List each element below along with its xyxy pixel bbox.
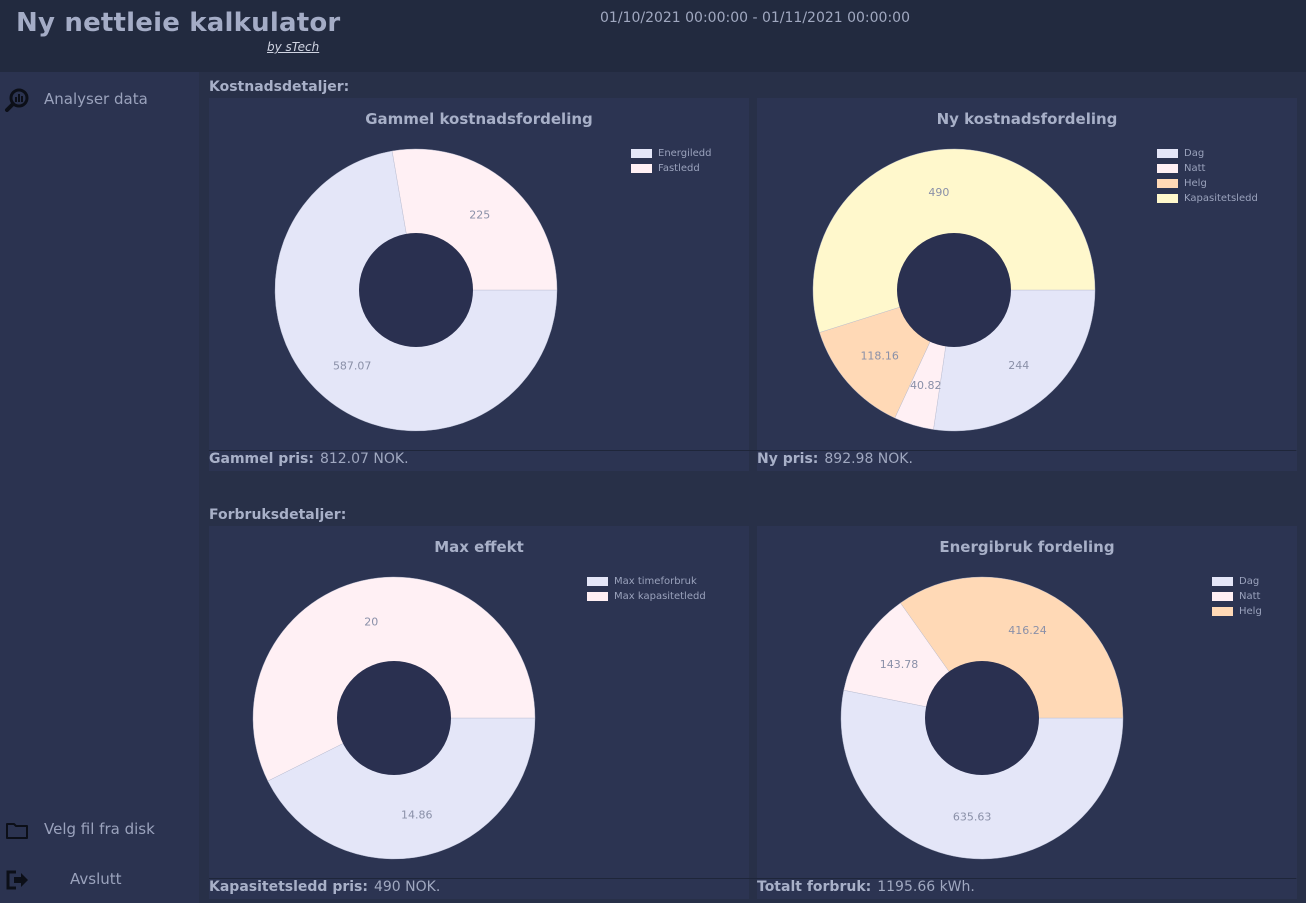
legend-entry[interactable]: Dag bbox=[1157, 146, 1258, 161]
exit-icon bbox=[4, 868, 30, 892]
summary-value: 1195.66 kWh. bbox=[877, 879, 975, 895]
legend-label: Helg bbox=[1184, 178, 1207, 189]
summary-value: 812.07 NOK. bbox=[319, 451, 409, 467]
usage-summary-row: Kapasitetsledd pris: 490 NOK. Totalt forb… bbox=[209, 878, 1297, 899]
cost-summary-row: Gammel pris: 812.07 NOK. Ny pris: 892.98 N… bbox=[209, 450, 1297, 471]
new-price-summary: Ny pris: 892.98 NOK. bbox=[757, 451, 1297, 471]
summary-label: Totalt forbruk: bbox=[757, 879, 872, 895]
legend-label: Energiledd bbox=[658, 148, 712, 159]
legend-swatch bbox=[1212, 577, 1233, 586]
slice-data-label: 14.86 bbox=[401, 808, 433, 821]
legend-label: Natt bbox=[1184, 163, 1206, 174]
sidebar-item-label: Avslutt bbox=[70, 870, 122, 888]
legend-label: Kapasitetsledd bbox=[1184, 193, 1258, 204]
total-usage-summary: Totalt forbruk: 1195.66 kWh. bbox=[757, 879, 1297, 899]
slice-data-label: 118.16 bbox=[860, 349, 899, 362]
sidebar-item-analyser-data[interactable]: Analyser data bbox=[0, 84, 199, 116]
slice-data-label: 40.82 bbox=[910, 379, 942, 392]
legend-entry[interactable]: Helg bbox=[1212, 604, 1262, 619]
summary-label: Ny pris: bbox=[757, 451, 819, 467]
slice-data-label: 587.07 bbox=[333, 360, 372, 373]
legend-entry[interactable]: Helg bbox=[1157, 176, 1258, 191]
legend-swatch bbox=[587, 577, 608, 586]
donut-hole bbox=[897, 233, 1011, 347]
section-title-cost: Kostnadsdetaljer: bbox=[209, 79, 350, 95]
old-price-summary: Gammel pris: 812.07 NOK. bbox=[209, 451, 749, 471]
legend-label: Fastledd bbox=[658, 163, 700, 174]
byline-link[interactable]: by sTech bbox=[267, 40, 319, 54]
legend-label: Dag bbox=[1184, 148, 1205, 159]
legend-label: Helg bbox=[1239, 606, 1262, 617]
legend-swatch bbox=[1157, 149, 1178, 158]
chart-legend: Energiledd Fastledd bbox=[631, 146, 712, 176]
legend-swatch bbox=[631, 164, 652, 173]
summary-value: 490 NOK. bbox=[373, 879, 441, 895]
capacity-price-summary: Kapasitetsledd pris: 490 NOK. bbox=[209, 879, 749, 899]
legend-swatch bbox=[1157, 179, 1178, 188]
slice-data-label: 635.63 bbox=[953, 811, 992, 824]
legend-swatch bbox=[587, 592, 608, 601]
donut-hole bbox=[359, 233, 473, 347]
legend-swatch bbox=[1212, 592, 1233, 601]
chart-legend: Dag Natt Helg bbox=[1212, 574, 1262, 619]
legend-entry[interactable]: Max timeforbruk bbox=[587, 574, 706, 589]
header-bar: Ny nettleie kalkulator by sTech 01/10/20… bbox=[0, 0, 1306, 72]
summary-value: 892.98 NOK. bbox=[824, 451, 913, 467]
legend-entry[interactable]: Natt bbox=[1212, 589, 1262, 604]
donut-hole bbox=[337, 661, 451, 775]
analytics-magnifier-icon bbox=[4, 88, 30, 112]
slice-data-label: 490 bbox=[928, 186, 949, 199]
legend-swatch bbox=[1157, 164, 1178, 173]
sidebar-item-label: Analyser data bbox=[44, 90, 148, 108]
sidebar-item-avslutt[interactable]: Avslutt bbox=[0, 864, 199, 896]
legend-entry[interactable]: Dag bbox=[1212, 574, 1262, 589]
summary-label: Kapasitetsledd pris: bbox=[209, 879, 368, 895]
legend-entry[interactable]: Energiledd bbox=[631, 146, 712, 161]
chart-panel-max-effect: Max effekt 14.86 20 Max timeforbruk Max ka… bbox=[209, 526, 749, 878]
slice-data-label: 143.78 bbox=[880, 658, 919, 671]
slice-data-label: 20 bbox=[364, 616, 378, 629]
donut-hole bbox=[925, 661, 1039, 775]
summary-label: Gammel pris: bbox=[209, 451, 314, 467]
legend-entry[interactable]: Fastledd bbox=[631, 161, 712, 176]
legend-label: Max kapasitetledd bbox=[614, 591, 706, 602]
slice-data-label: 225 bbox=[469, 208, 490, 221]
date-range: 01/10/2021 00:00:00 - 01/11/2021 00:00:0… bbox=[600, 10, 910, 26]
section-title-usage: Forbruksdetaljer: bbox=[209, 507, 347, 523]
chart-legend: Dag Natt Helg Kapasitetsledd bbox=[1157, 146, 1258, 206]
app-title: Ny nettleie kalkulator bbox=[16, 8, 341, 38]
legend-entry[interactable]: Kapasitetsledd bbox=[1157, 191, 1258, 206]
legend-swatch bbox=[1157, 194, 1178, 203]
chart-legend: Max timeforbruk Max kapasitetledd bbox=[587, 574, 706, 604]
slice-data-label: 416.24 bbox=[1008, 624, 1047, 637]
sidebar-item-label: Velg fil fra disk bbox=[44, 820, 155, 838]
main-content: Kostnadsdetaljer: Gammel kostnadsfordeli… bbox=[199, 72, 1306, 903]
legend-swatch bbox=[1212, 607, 1233, 616]
legend-entry[interactable]: Max kapasitetledd bbox=[587, 589, 706, 604]
legend-swatch bbox=[631, 149, 652, 158]
folder-icon bbox=[4, 818, 30, 842]
legend-label: Max timeforbruk bbox=[614, 576, 697, 587]
legend-label: Natt bbox=[1239, 591, 1261, 602]
sidebar-item-velg-fil[interactable]: Velg fil fra disk bbox=[0, 814, 199, 846]
slice-data-label: 244 bbox=[1008, 359, 1029, 372]
chart-panel-energy-usage: Energibruk fordeling 635.63 143.78 416.24 … bbox=[757, 526, 1297, 878]
legend-label: Dag bbox=[1239, 576, 1260, 587]
sidebar: Analyser data Velg fil fra disk Avslutt bbox=[0, 72, 199, 903]
chart-panel-new-cost: Ny kostnadsfordeling 244 40.82 118.16 490 D… bbox=[757, 98, 1297, 450]
legend-entry[interactable]: Natt bbox=[1157, 161, 1258, 176]
chart-panel-old-cost: Gammel kostnadsfordeling 587.07 225 Energ… bbox=[209, 98, 749, 450]
